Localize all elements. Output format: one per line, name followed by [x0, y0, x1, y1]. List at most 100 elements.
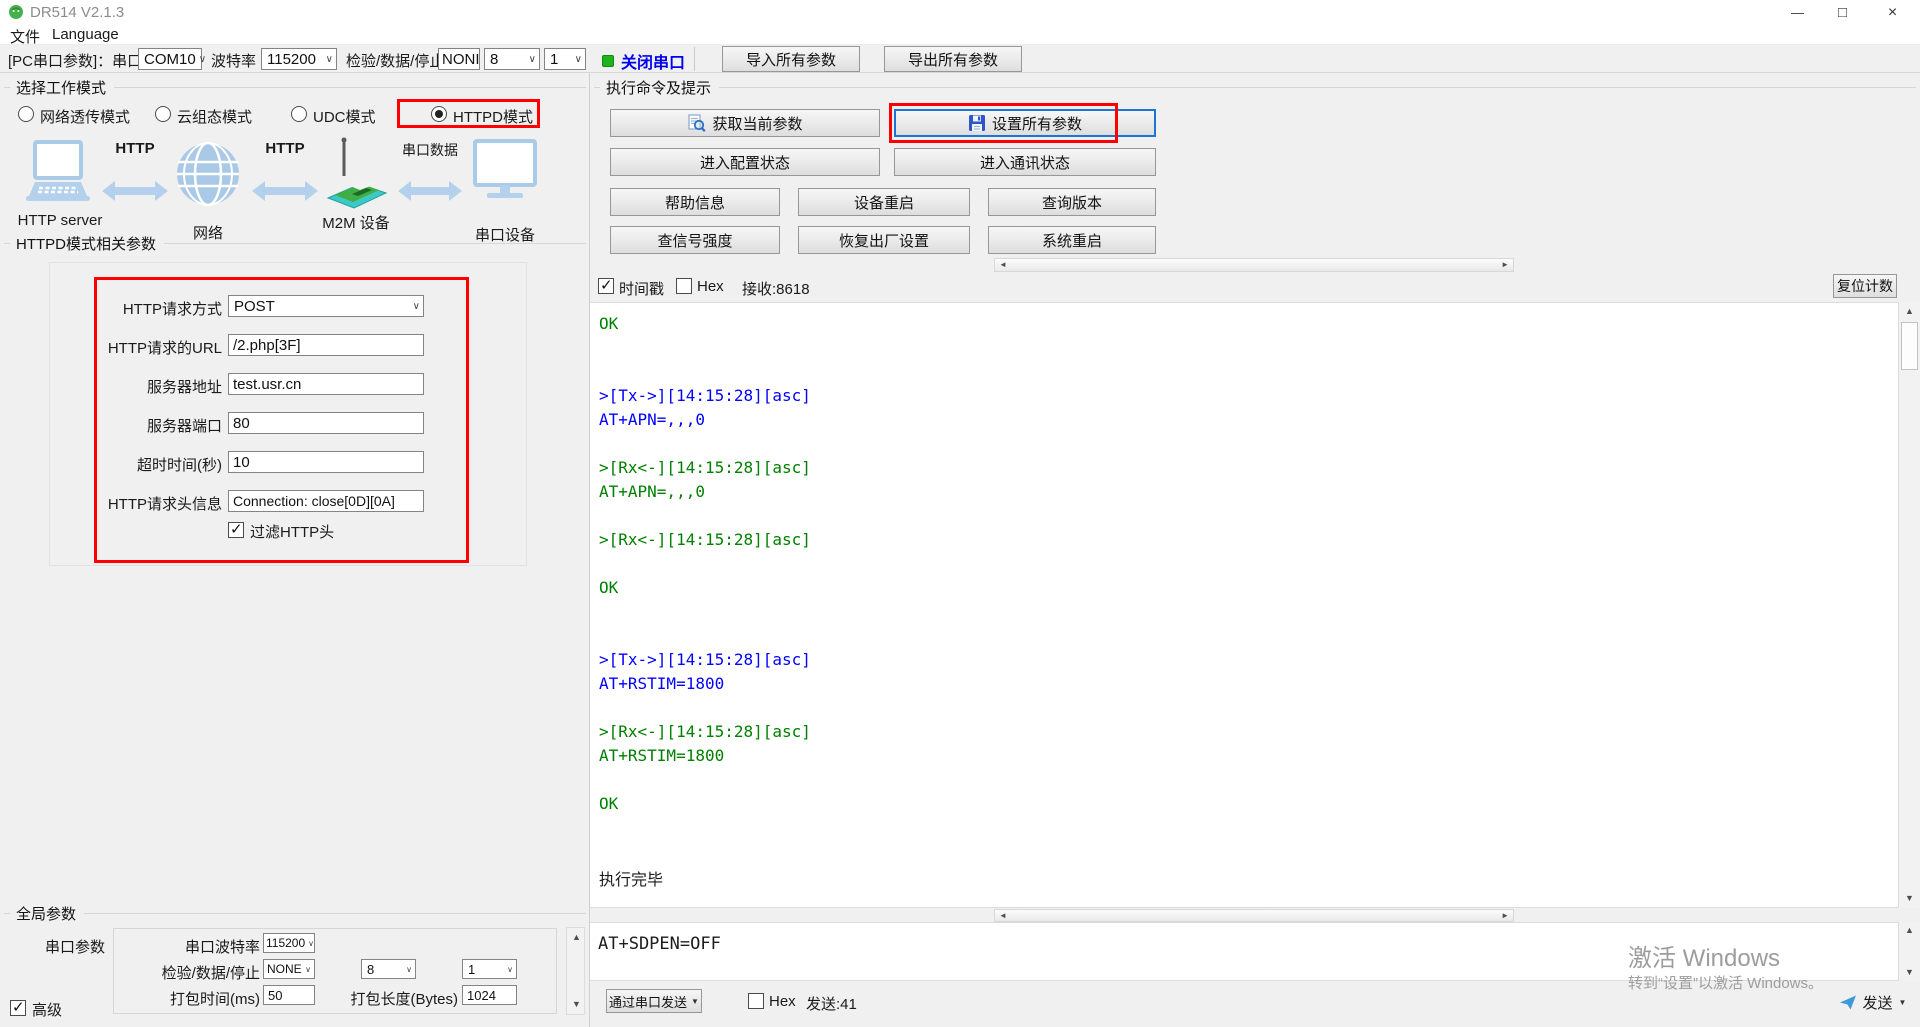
close-button[interactable]: × — [1865, 0, 1920, 25]
serial-databits-value: 8 — [367, 961, 375, 977]
reboot-device-button[interactable]: 设备重启 — [798, 188, 970, 216]
minimize-button[interactable]: — — [1775, 0, 1820, 25]
close-port-button[interactable]: 关闭串口 — [602, 49, 685, 73]
scroll-down-icon[interactable]: ▼ — [572, 1000, 581, 1009]
scrollbar-thumb[interactable] — [1901, 322, 1918, 370]
chevron-down-icon: ∨ — [574, 53, 582, 65]
filter-http-header-checkbox[interactable] — [228, 520, 244, 538]
m2m-device-icon — [322, 134, 390, 219]
httpd-section-title: HTTPD模式相关参数 — [16, 236, 156, 253]
export-params-button[interactable]: 导出所有参数 — [884, 46, 1022, 72]
pack-time-field[interactable] — [263, 985, 315, 1005]
maximize-button[interactable]: □ — [1820, 0, 1865, 25]
query-signal-button[interactable]: 查信号强度 — [610, 226, 780, 254]
send-button-label: 发送 — [1862, 994, 1893, 1012]
search-doc-icon — [687, 113, 707, 133]
chevron-down-icon: ∨ — [305, 964, 311, 974]
menu-language[interactable]: Language — [52, 26, 119, 43]
radio-mode-transparent-label[interactable]: 网络透传模式 — [40, 106, 130, 127]
http-header-label: HTTP请求头信息 — [107, 496, 222, 513]
stopbits-combobox[interactable]: 1 ∨ — [544, 48, 586, 70]
import-params-button[interactable]: 导入所有参数 — [722, 46, 860, 72]
com-port-combobox[interactable]: COM10 ∨ — [138, 48, 206, 70]
dropdown-arrow-icon: ▼ — [1898, 997, 1907, 1007]
send-area-scrollbar[interactable]: ▲ ▼ — [1898, 922, 1920, 981]
diagram-http-label-2: HTTP — [265, 140, 305, 157]
chevron-down-icon: ∨ — [308, 938, 315, 948]
log-horizontal-scrollbar-bottom[interactable]: ◄ ► — [994, 909, 1514, 922]
hex-display-checkbox[interactable] — [676, 278, 692, 294]
pack-len-field[interactable] — [462, 985, 517, 1005]
parity-combobox[interactable]: NONI ∨ — [438, 48, 490, 70]
laptop-icon — [20, 138, 96, 219]
get-params-button[interactable]: 获取当前参数 — [610, 109, 880, 137]
http-header-field[interactable] — [228, 490, 424, 512]
log-horizontal-scrollbar-top[interactable]: ◄ ► — [994, 258, 1514, 272]
hex-send-checkbox[interactable] — [748, 993, 764, 1009]
scroll-up-icon[interactable]: ▲ — [572, 933, 581, 942]
serial-baud-combobox[interactable]: 115200 ∨ — [263, 933, 315, 953]
hex-send-label[interactable]: Hex — [769, 993, 796, 1010]
help-button[interactable]: 帮助信息 — [610, 188, 780, 216]
set-params-button[interactable]: 设置所有参数 — [894, 109, 1156, 137]
serial-databits-combobox[interactable]: 8 ∨ — [361, 959, 416, 979]
log-vertical-scrollbar[interactable]: ▲ ▼ — [1898, 302, 1920, 908]
diagram-m2m-label: M2M 设备 — [322, 215, 390, 232]
http-method-combobox[interactable]: POST ∨ — [228, 295, 424, 317]
scroll-up-icon[interactable]: ▲ — [1905, 926, 1914, 935]
reset-count-label: 复位计数 — [1837, 278, 1893, 294]
timeout-field[interactable] — [228, 451, 424, 473]
reset-count-button[interactable]: 复位计数 — [1833, 274, 1897, 298]
server-port-field[interactable] — [228, 412, 424, 434]
pack-time-label: 打包时间(ms) — [170, 991, 260, 1008]
query-version-button[interactable]: 查询版本 — [988, 188, 1156, 216]
log-line: 执行完毕 — [599, 870, 664, 889]
scroll-up-icon[interactable]: ▲ — [1905, 307, 1914, 316]
send-button[interactable]: 发送 ▼ — [1828, 988, 1918, 1016]
chevron-down-icon: ∨ — [507, 964, 513, 974]
scroll-right-icon[interactable]: ► — [1501, 912, 1509, 920]
system-reboot-button[interactable]: 系统重启 — [988, 226, 1156, 254]
scroll-left-icon[interactable]: ◄ — [999, 261, 1007, 269]
send-plane-icon — [1839, 995, 1857, 1010]
menu-file[interactable]: 文件 — [10, 26, 40, 47]
scroll-right-icon[interactable]: ► — [1501, 261, 1509, 269]
advanced-label[interactable]: 高级 — [32, 999, 62, 1020]
enter-comm-label: 进入通讯状态 — [979, 154, 1070, 172]
radio-mode-cloud-label[interactable]: 云组态模式 — [177, 106, 252, 127]
chevron-down-icon: ∨ — [412, 300, 420, 312]
send-via-serial-button[interactable]: 通过串口发送 ▼ — [606, 989, 702, 1013]
radio-mode-httpd[interactable] — [431, 106, 447, 122]
http-url-field[interactable] — [228, 334, 424, 356]
radio-mode-udc-label[interactable]: UDC模式 — [313, 106, 376, 127]
radio-mode-transparent[interactable] — [18, 106, 34, 122]
databits-combobox[interactable]: 8 ∨ — [484, 48, 540, 70]
send-text-area[interactable]: AT+SDPEN=OFF — [590, 922, 1898, 981]
radio-mode-udc[interactable] — [291, 106, 307, 122]
hex-display-label[interactable]: Hex — [697, 278, 724, 295]
serial-parity-combobox[interactable]: NONE ∨ — [263, 959, 315, 979]
advanced-checkbox[interactable] — [10, 998, 26, 1016]
log-output[interactable]: OK >[Tx->][14:15:28][asc] AT+APN=,,,0 >[Rx<… — [590, 302, 1898, 908]
enter-comm-button[interactable]: 进入通讯状态 — [894, 148, 1156, 176]
timestamp-checkbox[interactable] — [598, 276, 614, 294]
serial-stopbits-combobox[interactable]: 1 ∨ — [462, 959, 517, 979]
server-address-field[interactable] — [228, 373, 424, 395]
global-params-scrollbar[interactable]: ▲ ▼ — [566, 927, 585, 1015]
scroll-down-icon[interactable]: ▼ — [1905, 968, 1914, 977]
save-icon — [968, 114, 986, 132]
globe-icon — [174, 140, 242, 213]
commands-title: 执行命令及提示 — [606, 80, 712, 97]
baud-combobox[interactable]: 115200 ∨ — [261, 48, 337, 70]
timestamp-label[interactable]: 时间戳 — [619, 278, 664, 299]
serial-parity-value: NONE — [267, 962, 302, 976]
factory-reset-button[interactable]: 恢复出厂设置 — [798, 226, 970, 254]
radio-mode-cloud[interactable] — [155, 106, 171, 122]
scroll-left-icon[interactable]: ◄ — [999, 912, 1007, 920]
radio-mode-httpd-label[interactable]: HTTPD模式 — [453, 106, 533, 127]
scroll-down-icon[interactable]: ▼ — [1905, 894, 1914, 903]
filter-http-header-label[interactable]: 过滤HTTP头 — [250, 521, 334, 542]
enter-config-button[interactable]: 进入配置状态 — [610, 148, 880, 176]
